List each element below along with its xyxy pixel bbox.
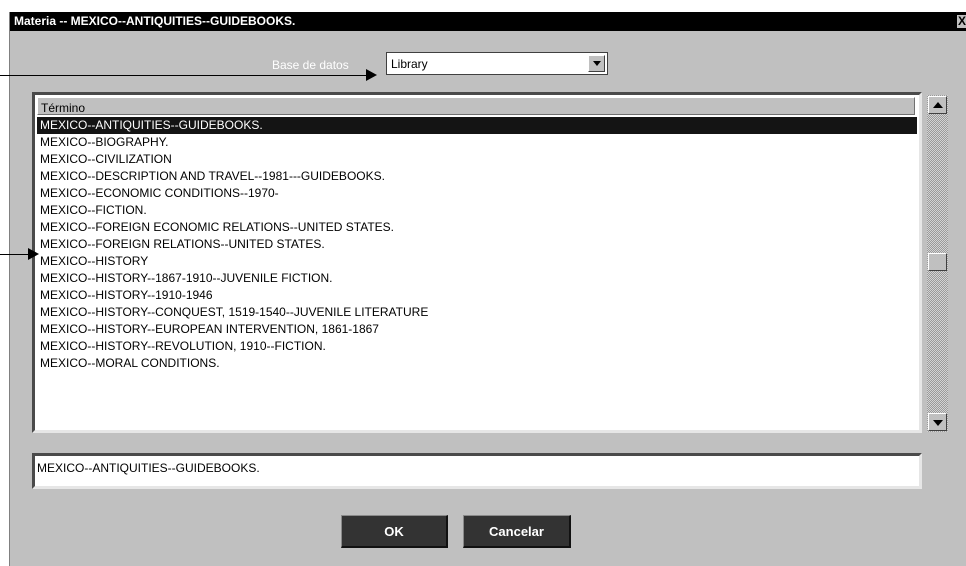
list-item[interactable]: MEXICO--BIOGRAPHY. bbox=[37, 134, 917, 151]
list-item[interactable]: MEXICO--HISTORY--EUROPEAN INTERVENTION, … bbox=[37, 321, 917, 338]
list-item[interactable]: MEXICO--FOREIGN ECONOMIC RELATIONS--UNIT… bbox=[37, 219, 917, 236]
close-icon[interactable]: X bbox=[957, 15, 966, 28]
database-select[interactable]: Library bbox=[386, 52, 608, 75]
selected-term-field[interactable]: MEXICO--ANTIQUITIES--GUIDEBOOKS. bbox=[32, 453, 922, 489]
title-bar[interactable]: Materia -- MEXICO--ANTIQUITIES--GUIDEBOO… bbox=[10, 12, 966, 31]
list-item[interactable]: MEXICO--ANTIQUITIES--GUIDEBOOKS. bbox=[37, 117, 917, 134]
callout-arrow-line bbox=[0, 75, 9, 76]
list-item[interactable]: MEXICO--HISTORY--1910-1946 bbox=[37, 287, 917, 304]
callout-arrow-line bbox=[9, 75, 369, 76]
database-label: Base de datos bbox=[272, 58, 349, 72]
list-item[interactable]: MEXICO--DESCRIPTION AND TRAVEL--1981---G… bbox=[37, 168, 917, 185]
scroll-up-button[interactable] bbox=[928, 96, 947, 114]
callout-arrow-line bbox=[0, 254, 30, 255]
list-item[interactable]: MEXICO--MORAL CONDITIONS. bbox=[37, 355, 917, 372]
scroll-down-button[interactable] bbox=[928, 413, 947, 431]
database-select-value: Library bbox=[391, 57, 428, 71]
list-item[interactable]: MEXICO--HISTORY bbox=[37, 253, 917, 270]
cancel-button[interactable]: Cancelar bbox=[463, 515, 571, 548]
scroll-thumb[interactable] bbox=[928, 253, 947, 271]
vertical-scrollbar[interactable] bbox=[927, 95, 948, 432]
dialog-window: Materia -- MEXICO--ANTIQUITIES--GUIDEBOO… bbox=[9, 12, 966, 566]
terms-list-body: MEXICO--ANTIQUITIES--GUIDEBOOKS. MEXICO--… bbox=[37, 117, 917, 427]
ok-button[interactable]: OK bbox=[341, 515, 448, 548]
list-item[interactable]: MEXICO--HISTORY--REVOLUTION, 1910--FICTI… bbox=[37, 338, 917, 355]
chevron-down-icon bbox=[593, 61, 601, 66]
list-item[interactable]: MEXICO--HISTORY--1867-1910--JUVENILE FIC… bbox=[37, 270, 917, 287]
terms-listbox[interactable]: Término MEXICO--ANTIQUITIES--GUIDEBOOKS.… bbox=[32, 92, 922, 433]
window-title: Materia -- MEXICO--ANTIQUITIES--GUIDEBOO… bbox=[14, 14, 296, 28]
callout-arrow-head-icon bbox=[28, 248, 39, 260]
list-item[interactable]: MEXICO--CIVILIZATION bbox=[37, 151, 917, 168]
arrow-down-icon bbox=[933, 420, 943, 426]
list-item[interactable]: MEXICO--FOREIGN RELATIONS--UNITED STATES… bbox=[37, 236, 917, 253]
list-item[interactable]: MEXICO--FICTION. bbox=[37, 202, 917, 219]
callout-arrow-head-icon bbox=[366, 69, 377, 81]
arrow-up-icon bbox=[933, 102, 943, 108]
list-item[interactable]: MEXICO--HISTORY--CONQUEST, 1519-1540--JU… bbox=[37, 304, 917, 321]
column-header-termino[interactable]: Término bbox=[37, 97, 915, 115]
dropdown-button[interactable] bbox=[588, 55, 605, 72]
list-item[interactable]: MEXICO--ECONOMIC CONDITIONS--1970- bbox=[37, 185, 917, 202]
